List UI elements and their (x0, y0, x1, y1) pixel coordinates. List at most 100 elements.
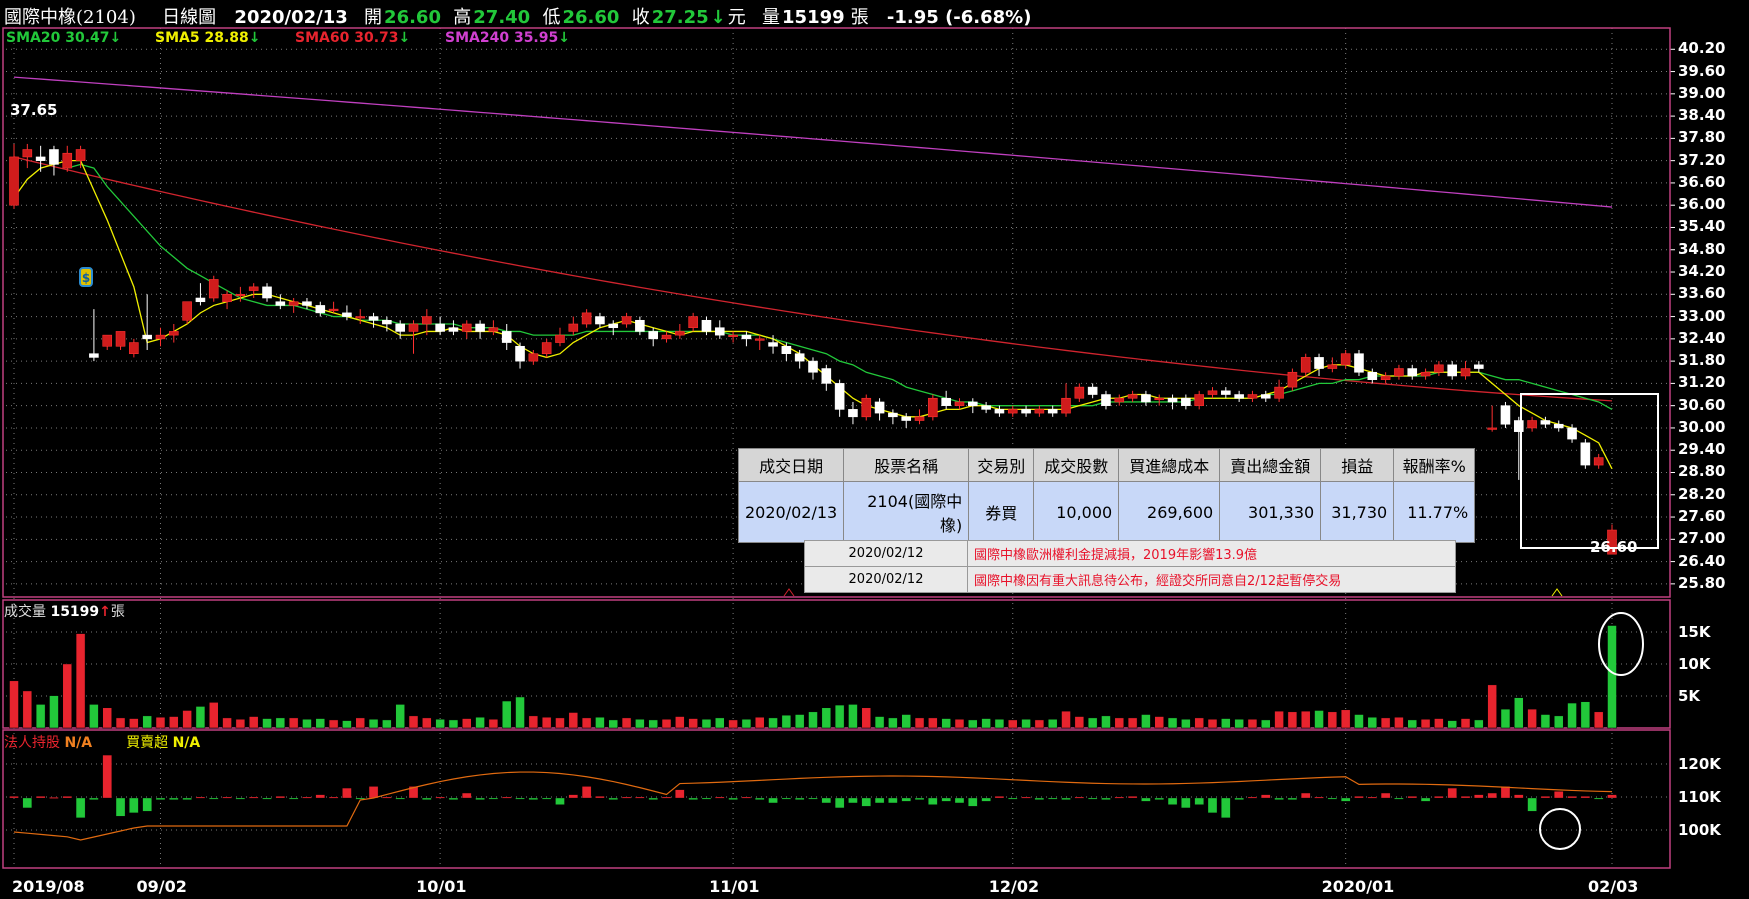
inst-net-bar (1274, 797, 1284, 800)
trade-cost: 269,600 (1118, 481, 1221, 543)
candle-body (1553, 423, 1564, 429)
inst-net-bar (275, 796, 285, 799)
price-tick-label: 32.40 (1678, 328, 1726, 347)
volume-bar (262, 718, 272, 729)
candle-body (1154, 397, 1165, 401)
candle-body (62, 152, 73, 169)
candle-body (874, 401, 885, 414)
volume-bar (248, 716, 259, 729)
candle-body (861, 397, 872, 418)
volume-bar (968, 719, 978, 729)
candle-body (714, 327, 725, 336)
inst-net-bar (555, 797, 565, 805)
inst-net-bar (182, 797, 192, 800)
price-tick-label: 31.20 (1678, 373, 1726, 392)
inst-net-bar (1181, 797, 1191, 809)
trade-date: 2020/02/13 (737, 481, 845, 543)
volume-bar (1101, 715, 1111, 729)
volume-bar (501, 700, 512, 729)
volume-bar (1514, 697, 1524, 729)
volume-bar (1540, 714, 1551, 729)
volume-bar (1221, 718, 1231, 729)
candle-body (142, 334, 152, 340)
candle-body (515, 345, 525, 362)
news-row[interactable]: 2020/02/12 國際中橡因有重大訊息待公布，經證交所同意自2/12起暫停交… (804, 566, 1456, 593)
inst-net-bar (1088, 797, 1098, 800)
volume-bar (768, 717, 778, 729)
inst-net-bar (35, 796, 46, 799)
dividend-marker-text: $ (82, 271, 90, 285)
price-tick-label: 37.20 (1678, 150, 1726, 169)
open-value: 26.60 (384, 7, 441, 28)
candle-body (981, 405, 991, 410)
inst-net-bar (1434, 796, 1444, 799)
sma20-legend: SMA20 30.47↓ (6, 30, 121, 48)
trade-pnl: 31,730 (1320, 481, 1395, 543)
volume-bar (488, 718, 499, 729)
trade-name: 2104(國際中橡) (843, 481, 970, 543)
volume-bar (275, 717, 286, 729)
col-proceeds: 賣出總金額 (1219, 448, 1322, 482)
inst-net-bar (768, 797, 778, 804)
price-tick-label: 35.40 (1678, 217, 1726, 236)
volume-bar (462, 718, 472, 729)
news-title[interactable]: 國際中橡因有重大訊息待公布，經證交所同意自2/12起暫停交易 (967, 566, 1456, 593)
news-row[interactable]: 2020/02/12 國際中橡歐洲權利金提減損，2019年影響13.9億 (804, 540, 1456, 567)
price-tick-label: 37.80 (1678, 128, 1726, 147)
price-tick-label: 39.00 (1678, 83, 1726, 102)
inst-tick-110k: 110K (1678, 788, 1721, 806)
inst-net-bar (1607, 794, 1617, 799)
inst-net-bar (1127, 796, 1138, 799)
highlight-box (1520, 393, 1659, 549)
inst-net-bar (542, 797, 552, 800)
news-date: 2020/02/12 (804, 540, 968, 567)
volume-bar (1567, 702, 1577, 729)
period-label: 日線圖 (162, 7, 217, 28)
volume-bar (581, 717, 592, 729)
news-title[interactable]: 國際中橡歐洲權利金提減損，2019年影響13.9億 (967, 540, 1456, 567)
inst-net-bar (1380, 792, 1391, 799)
price-tick-label: 29.40 (1678, 440, 1726, 459)
candle-body (928, 397, 938, 418)
volume-bar (209, 702, 219, 729)
volume-bar (1380, 717, 1391, 729)
inst-holding-line (13, 771, 1613, 841)
volume-bar (621, 717, 632, 729)
candle-body (208, 279, 219, 299)
inst-net-bar (781, 797, 792, 800)
volume-bar (182, 710, 192, 729)
inst-net-bar (1394, 797, 1404, 800)
volume-bar (1181, 718, 1191, 729)
inst-net-bar (635, 796, 645, 799)
inst-tick-100k: 100K (1678, 821, 1721, 839)
inst-net-bar (222, 796, 232, 799)
candle-body (954, 401, 965, 406)
sma60-label: SMA60 (295, 30, 350, 46)
price-tick-label: 31.80 (1678, 351, 1726, 370)
volume-bar (994, 718, 1005, 729)
volume-bar (1607, 625, 1617, 729)
price-tick-label: 27.60 (1678, 507, 1726, 526)
candle-body (941, 397, 951, 406)
volume-bar (648, 719, 658, 729)
inst-net-bar (1048, 797, 1058, 800)
volume-bar (1087, 717, 1098, 729)
candle-body (182, 301, 192, 321)
inst-net-bar (888, 797, 898, 804)
inst-net-bar (435, 796, 445, 799)
inst-net-bar (1594, 797, 1604, 800)
close-down-arrow-icon: ↓ (710, 7, 726, 28)
price-tick-label: 39.60 (1678, 61, 1726, 80)
inst-net-bar (1341, 797, 1351, 802)
inst-net-bar (249, 796, 259, 799)
inst-net-bar (595, 796, 605, 799)
volume-bar (422, 717, 432, 729)
candle-body (648, 331, 659, 340)
candle-body (1087, 386, 1098, 395)
inst-net-bar (89, 797, 99, 800)
inst-net-bar (1367, 796, 1377, 799)
volume-bar (222, 717, 232, 729)
volume-bar (62, 663, 73, 729)
inst-net-bar (1407, 796, 1417, 799)
sma240-value: 35.95 (513, 30, 559, 46)
